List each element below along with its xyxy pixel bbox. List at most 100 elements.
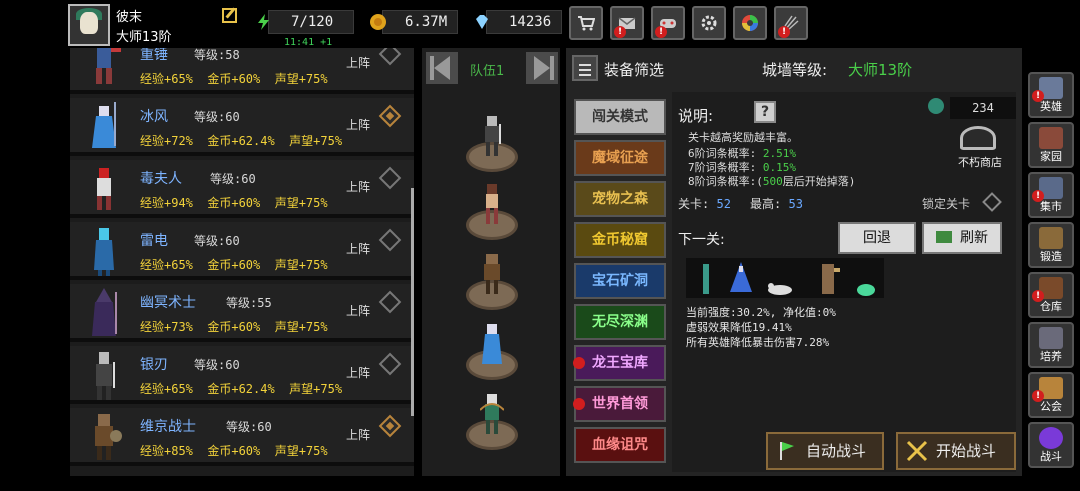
sidebar-warehouse[interactable]: ! 仓库 xyxy=(1028,272,1074,318)
enemy-sprite xyxy=(822,264,840,294)
deploy-label: 上阵 xyxy=(346,366,371,380)
sidebar-training[interactable]: 培养 xyxy=(1028,322,1074,368)
deploy-toggle[interactable] xyxy=(378,104,402,128)
sidebar-guild[interactable]: ! 公会 xyxy=(1028,372,1074,418)
hero-name: 冰风 xyxy=(140,109,168,125)
hero-stats: 经验+73% 金币+60% 声望+75% xyxy=(140,320,328,334)
mode-button[interactable]: 闯关模式 xyxy=(574,99,666,135)
max-value: 53 xyxy=(788,197,803,211)
gold-value: 6.37M xyxy=(405,14,448,30)
color-wheel-icon xyxy=(742,15,758,31)
diamond-counter: 14236 xyxy=(476,10,562,34)
prev-team-arrow-icon[interactable] xyxy=(426,52,458,84)
team-hero-sprite xyxy=(484,254,500,294)
hero-level: 等级:58 xyxy=(194,48,240,62)
hero-row[interactable]: 重锤 等级:58 经验+65% 金币+60% 声望+75% 上阵 xyxy=(70,48,414,94)
hero-name: 维京战士 xyxy=(140,419,196,435)
mode-button[interactable]: 血缘诅咒 xyxy=(574,427,666,463)
hero-level: 等级:55 xyxy=(226,296,272,310)
events-button[interactable]: ! xyxy=(651,6,685,40)
mode-button[interactable]: 魔域征途 xyxy=(574,140,666,176)
deploy-toggle[interactable] xyxy=(378,352,402,376)
mode-button[interactable]: 金币秘窟 xyxy=(574,222,666,258)
description-label: 说明: xyxy=(678,107,714,125)
energy-counter: 7/120 xyxy=(258,10,354,34)
theme-button[interactable] xyxy=(733,6,767,40)
shopping-cart-icon xyxy=(578,16,595,31)
mode-button[interactable]: 无尽深渊 xyxy=(574,304,666,340)
settings-button[interactable] xyxy=(692,6,726,40)
hero-thunder-sprite xyxy=(94,228,114,276)
hero-list[interactable]: 重锤 等级:58 经验+65% 金币+60% 声望+75% 上阵 冰风 等级:6… xyxy=(70,48,414,476)
shop-button[interactable] xyxy=(569,6,603,40)
hero-row[interactable]: 冰风 等级:60 经验+72% 金币+62.4% 声望+75% 上阵 xyxy=(70,98,414,156)
back-button[interactable]: 回退 xyxy=(838,222,916,254)
deploy-toggle[interactable] xyxy=(378,166,402,190)
immortal-shop-icon[interactable] xyxy=(960,126,996,150)
equipment-filter-button[interactable] xyxy=(572,55,598,81)
mode-button[interactable]: 世界首领 xyxy=(574,386,666,422)
edit-name-icon[interactable] xyxy=(222,8,237,23)
enemy-sprite xyxy=(730,262,752,292)
deploy-label: 上阵 xyxy=(346,180,371,194)
hero-row[interactable]: 银刃 等级:60 经验+65% 金币+62.4% 声望+75% 上阵 xyxy=(70,346,414,404)
deploy-toggle[interactable] xyxy=(378,414,402,438)
sidebar-home[interactable]: 家园 xyxy=(1028,122,1074,168)
next-team-arrow-icon[interactable] xyxy=(526,52,558,84)
mode-button[interactable]: 龙王宝库 xyxy=(574,345,666,381)
deploy-label: 上阵 xyxy=(346,118,371,132)
effect-line: 虚弱效果降低19.41% xyxy=(686,321,792,334)
start-fight-button[interactable]: 开始战斗 xyxy=(896,432,1016,470)
team-slot[interactable] xyxy=(466,116,518,172)
mail-button[interactable]: ! xyxy=(610,6,644,40)
lock-stage-label: 锁定关卡 xyxy=(922,197,971,211)
help-button[interactable]: ? xyxy=(754,101,776,123)
portal-icon xyxy=(1039,427,1063,449)
equipment-filter-label[interactable]: 装备筛选 xyxy=(604,59,664,80)
deploy-label: 上阵 xyxy=(346,428,371,442)
sidebar-label: 仓库 xyxy=(1040,300,1062,313)
refresh-button[interactable]: 刷新 xyxy=(922,222,1002,254)
hero-row[interactable]: 幽冥术士 等级:55 经验+73% 金币+60% 声望+75% 上阵 xyxy=(70,284,414,342)
team-slot[interactable] xyxy=(466,394,518,450)
deploy-toggle[interactable] xyxy=(378,228,402,252)
player-avatar[interactable] xyxy=(68,4,110,46)
immortal-shop-label[interactable]: 不朽商店 xyxy=(958,154,1002,170)
hero-warlock-sprite xyxy=(92,288,117,336)
effect-line: 所有英雄降低暴击伤害7.28% xyxy=(686,336,830,349)
team-hero-sprite xyxy=(486,184,498,224)
team-slot[interactable] xyxy=(466,254,518,310)
hero-list-scrollbar[interactable] xyxy=(411,188,414,416)
hero-row[interactable]: 雷电 等级:60 经验+65% 金币+60% 声望+75% 上阵 xyxy=(70,222,414,280)
mode-button[interactable]: 宠物之森 xyxy=(574,181,666,217)
next-stage-label: 下一关: xyxy=(678,232,725,248)
current-stage: 关卡: 52 xyxy=(678,195,731,212)
mode-button[interactable]: 宝石矿洞 xyxy=(574,263,666,299)
hero-row[interactable]: 维京战士 等级:60 经验+85% 金币+60% 声望+75% 上阵 xyxy=(70,408,414,466)
team-slot[interactable] xyxy=(466,184,518,240)
fireworks-button[interactable]: ! xyxy=(774,6,808,40)
deploy-toggle[interactable] xyxy=(378,48,402,66)
diamond-value: 14236 xyxy=(509,14,552,30)
sidebar-heroes[interactable]: ! 英雄 xyxy=(1028,72,1074,118)
hero-name: 重锤 xyxy=(140,48,168,63)
anvil-icon xyxy=(1039,227,1063,249)
hero-stats: 经验+65% 金币+62.4% 声望+75% xyxy=(140,382,343,396)
team-title: 队伍1 xyxy=(470,64,505,79)
hero-row[interactable]: 毒夫人 等级:60 经验+94% 金币+60% 声望+75% 上阵 xyxy=(70,160,414,218)
sidebar-market[interactable]: ! 集市 xyxy=(1028,172,1074,218)
lightning-icon xyxy=(258,14,269,30)
hero-stats: 经验+65% 金币+60% 声望+75% xyxy=(140,258,328,272)
team-slot[interactable] xyxy=(466,324,518,380)
deploy-toggle[interactable] xyxy=(378,290,402,314)
sidebar-label: 培养 xyxy=(1040,350,1062,363)
hero-level: 等级:60 xyxy=(194,234,240,248)
stage-value: 52 xyxy=(716,197,731,211)
mail-alert-icon: ! xyxy=(614,26,626,38)
auto-fight-button[interactable]: 自动战斗 xyxy=(766,432,884,470)
sidebar-battle[interactable]: 战斗 xyxy=(1028,422,1074,468)
hero-stats: 经验+65% 金币+60% 声望+75% xyxy=(140,72,328,86)
sidebar-forge[interactable]: 锻造 xyxy=(1028,222,1074,268)
team-hero-sprite xyxy=(480,394,504,434)
energy-timer: 11:41 +1 xyxy=(284,37,333,48)
